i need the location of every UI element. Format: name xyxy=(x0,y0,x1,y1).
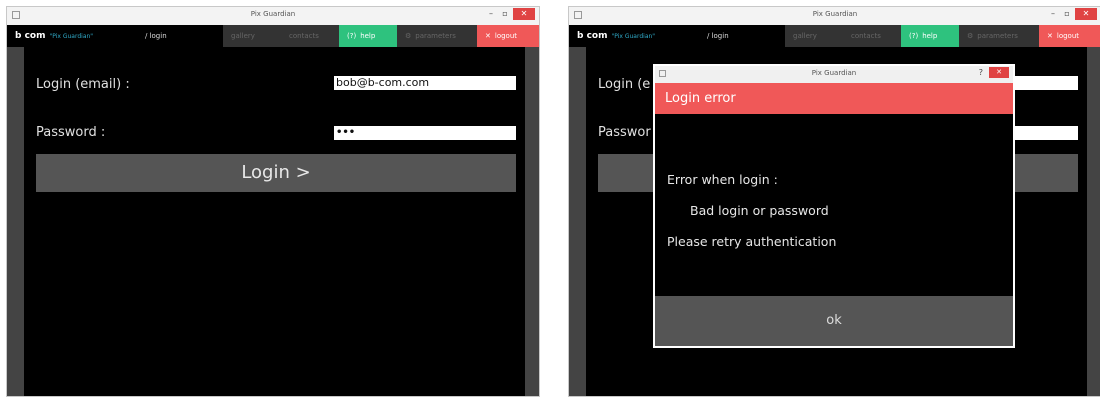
app-window-login: Pix Guardian – ▫ ✕ b com "Pix Guardian" /… xyxy=(6,6,540,397)
dialog-close-button[interactable]: ✕ xyxy=(989,67,1009,78)
gear-icon: ⚙ xyxy=(405,32,412,40)
app-window-error: Pix Guardian – ▫ ✕ b com "Pix Guardian" /… xyxy=(568,6,1100,397)
window-titlebar: Pix Guardian – ▫ ✕ xyxy=(569,7,1100,25)
window-frame-left xyxy=(569,47,586,396)
error-message-detail: Bad login or password xyxy=(690,203,829,218)
nav-contacts[interactable]: contacts xyxy=(281,25,339,47)
login-error-dialog: Pix Guardian ? ✕ Login error Error when … xyxy=(653,64,1015,348)
nav-help-label: help xyxy=(922,32,938,40)
brand-name: b com xyxy=(15,31,46,41)
top-nav: b com "Pix Guardian" / login gallery cont… xyxy=(7,25,539,47)
help-icon: (?) xyxy=(347,32,357,40)
error-message-title: Error when login : xyxy=(667,172,778,187)
window-title: Pix Guardian xyxy=(250,10,296,18)
password-label: Password : xyxy=(36,125,106,140)
maximize-button[interactable]: ▫ xyxy=(1061,8,1073,20)
nav-contacts[interactable]: contacts xyxy=(843,25,901,47)
help-icon: (?) xyxy=(909,32,919,40)
dialog-header: Login error xyxy=(655,83,1013,114)
brand-subtitle: "Pix Guardian" xyxy=(611,33,656,40)
dialog-titlebar: Pix Guardian ? ✕ xyxy=(655,66,1013,83)
nav-help[interactable]: (?) help xyxy=(339,25,397,47)
minimize-button[interactable]: – xyxy=(485,8,497,20)
nav-gallery[interactable]: gallery xyxy=(223,25,281,47)
close-icon: ✕ xyxy=(485,32,491,40)
nav-parameters[interactable]: ⚙ parameters xyxy=(397,25,477,47)
nav-parameters[interactable]: ⚙ parameters xyxy=(959,25,1039,47)
nav-login[interactable]: / login xyxy=(699,25,785,47)
nav-logout[interactable]: ✕ logout xyxy=(477,25,539,47)
window-titlebar: Pix Guardian – ▫ ✕ xyxy=(7,7,539,25)
email-label: Login (e xyxy=(598,77,651,92)
brand-subtitle: "Pix Guardian" xyxy=(49,33,94,40)
nav-help-label: help xyxy=(360,32,376,40)
window-frame-right xyxy=(525,47,539,396)
email-label: Login (email) : xyxy=(36,77,130,92)
nav-login[interactable]: / login xyxy=(137,25,223,47)
window-title: Pix Guardian xyxy=(812,10,858,18)
brand-logo: b com "Pix Guardian" xyxy=(7,25,137,47)
ok-button[interactable]: ok xyxy=(655,296,1013,346)
close-button[interactable]: ✕ xyxy=(513,8,535,20)
login-button[interactable]: Login > xyxy=(36,154,516,192)
email-field[interactable]: bob@b-com.com xyxy=(334,76,516,90)
nav-logout[interactable]: ✕ logout xyxy=(1039,25,1100,47)
password-field[interactable]: ••• xyxy=(334,126,516,140)
dialog-window-title: Pix Guardian xyxy=(811,69,857,77)
gear-icon: ⚙ xyxy=(967,32,974,40)
nav-logout-label: logout xyxy=(494,32,518,40)
nav-gallery[interactable]: gallery xyxy=(785,25,843,47)
nav-help[interactable]: (?) help xyxy=(901,25,959,47)
close-button[interactable]: ✕ xyxy=(1075,8,1097,20)
error-message-hint: Please retry authentication xyxy=(667,234,837,249)
nav-parameters-label: parameters xyxy=(977,32,1018,40)
window-frame-right xyxy=(1087,47,1100,396)
window-frame-left xyxy=(7,47,24,396)
brand-name: b com xyxy=(577,31,608,41)
minimize-button[interactable]: – xyxy=(1047,8,1059,20)
nav-parameters-label: parameters xyxy=(415,32,456,40)
help-button[interactable]: ? xyxy=(979,68,983,77)
brand-logo: b com "Pix Guardian" xyxy=(569,25,699,47)
nav-logout-label: logout xyxy=(1056,32,1080,40)
top-nav: b com "Pix Guardian" / login gallery cont… xyxy=(569,25,1100,47)
password-label: Passwor xyxy=(598,125,651,140)
close-icon: ✕ xyxy=(1047,32,1053,40)
login-form: Login (email) : bob@b-com.com Password :… xyxy=(24,47,525,396)
maximize-button[interactable]: ▫ xyxy=(499,8,511,20)
